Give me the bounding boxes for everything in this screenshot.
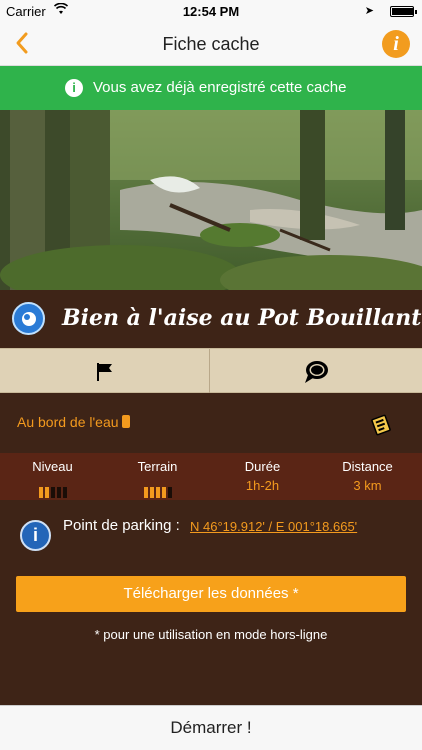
niveau-rating bbox=[0, 480, 105, 498]
stat-duree: Durée 1h-2h bbox=[210, 453, 315, 500]
info-icon: i bbox=[65, 79, 83, 97]
terrain-rating bbox=[105, 480, 210, 498]
flag-icon bbox=[96, 362, 112, 381]
banner-text: Vous avez déjà enregistré cette cache bbox=[93, 79, 347, 96]
parking-coordinates-link[interactable]: N 46°19.912' / E 001°18.665' bbox=[190, 519, 357, 534]
action-row bbox=[0, 348, 422, 394]
rating-bar bbox=[38, 487, 43, 498]
parking-row: i Point de parking : N 46°19.912' / E 00… bbox=[0, 500, 422, 560]
info-icon: i bbox=[20, 520, 51, 551]
stats-bar: Niveau Terrain Durée 1h-2h Distance 3 km bbox=[0, 453, 422, 500]
flag-button[interactable] bbox=[0, 349, 210, 394]
battery-icon bbox=[390, 6, 417, 17]
duree-value: 1h-2h bbox=[245, 478, 280, 493]
rating-bar bbox=[44, 487, 49, 498]
status-time: 12:54 PM bbox=[182, 4, 240, 19]
attributes-row: Au bord de l'eau bbox=[0, 393, 422, 453]
logbook-icon[interactable] bbox=[370, 414, 392, 436]
rating-bar bbox=[161, 487, 166, 498]
stat-terrain: Terrain bbox=[105, 453, 210, 500]
water-bottle-icon bbox=[122, 415, 130, 428]
duree-label: Durée bbox=[244, 459, 281, 474]
distance-value: 3 km bbox=[353, 478, 382, 493]
cache-title-row: Bien à l'aise au Pot Bouillant bbox=[0, 290, 422, 348]
parking-label: Point de parking : bbox=[63, 517, 180, 534]
cache-type-icon bbox=[12, 302, 45, 335]
rating-bar bbox=[62, 487, 67, 498]
page-title: Fiche cache bbox=[162, 34, 260, 54]
rating-bar bbox=[56, 487, 61, 498]
niveau-label: Niveau bbox=[32, 459, 73, 474]
chat-icon bbox=[305, 360, 328, 383]
registered-banner: i Vous avez déjà enregistré cette cache bbox=[0, 66, 422, 110]
info-icon[interactable]: i bbox=[382, 30, 410, 58]
navigation-bar: Fiche cache i bbox=[0, 22, 422, 66]
rating-bar bbox=[155, 487, 160, 498]
attribute-label: Au bord de l'eau bbox=[17, 414, 119, 430]
status-bar: Carrier 12:54 PM ➤ bbox=[0, 0, 422, 22]
download-data-button[interactable]: Télécharger les données * bbox=[16, 576, 406, 612]
rating-bar bbox=[167, 487, 172, 498]
start-button[interactable]: Démarrer ! bbox=[0, 705, 422, 750]
stat-distance: Distance 3 km bbox=[315, 453, 420, 500]
stat-niveau: Niveau bbox=[0, 453, 105, 500]
location-icon: ➤ bbox=[364, 5, 374, 17]
offline-footnote: * pour une utilisation en mode hors-lign… bbox=[94, 627, 328, 642]
distance-label: Distance bbox=[342, 459, 393, 474]
cache-title: Bien à l'aise au Pot Bouillant bbox=[62, 305, 422, 331]
cache-photo bbox=[0, 110, 422, 290]
rating-bar bbox=[149, 487, 154, 498]
rating-bar bbox=[50, 487, 55, 498]
forest-stream-image bbox=[0, 110, 422, 290]
rating-bar bbox=[143, 487, 148, 498]
terrain-label: Terrain bbox=[137, 459, 178, 474]
chat-button[interactable] bbox=[211, 349, 421, 394]
